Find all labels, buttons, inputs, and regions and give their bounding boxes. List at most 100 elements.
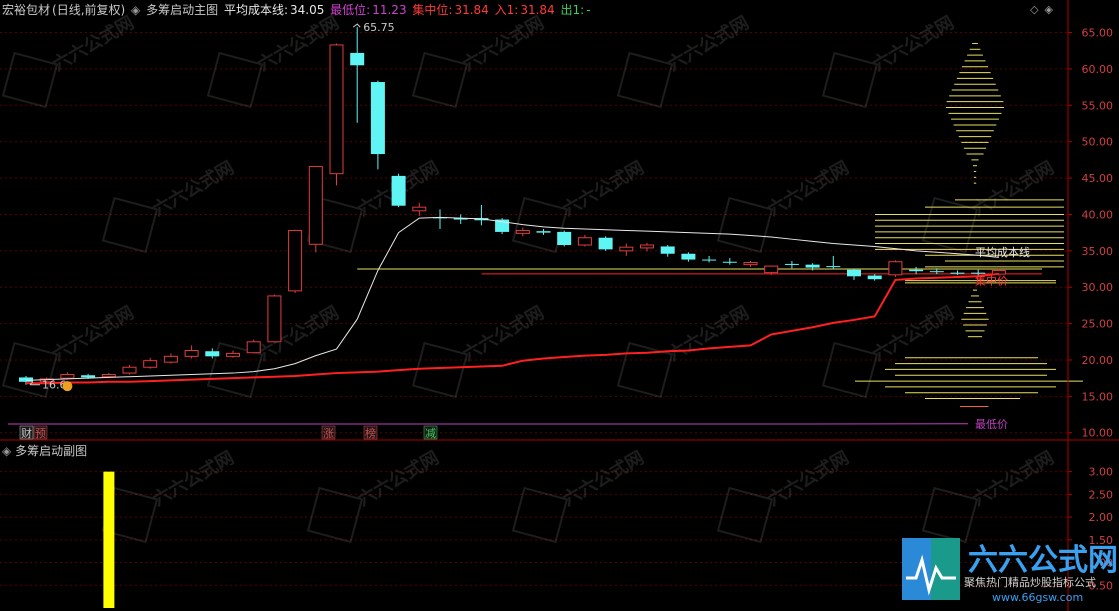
y-tick-label: 25.00 [1082, 318, 1114, 331]
y-tick-label: 15.00 [1082, 390, 1114, 403]
candle-body-down [909, 269, 924, 272]
y-tick-label: 35.00 [1082, 245, 1114, 258]
chart-frame: 六六公式网 六六公式网 六六公式网 六六公式网 六六公式网六六公式网 六六公式网 六六公式网… [0, 0, 1119, 611]
watermark-diamond [411, 51, 469, 109]
high-label: 65.75 [363, 21, 395, 34]
watermark-text: 六六公式网 [49, 301, 138, 365]
diamond-icon[interactable]: ◇ [1030, 3, 1044, 16]
watermark-tile: 六六公式网 [716, 156, 853, 254]
y-tick-label: 40.00 [1082, 208, 1114, 221]
collapse-icon[interactable]: ◈ [2, 444, 11, 458]
watermark-text: 六六公式网 [559, 446, 648, 510]
watermark-text: 六六公式网 [354, 446, 443, 510]
watermark-tile: 六六公式网 [411, 301, 548, 399]
watermark-tile: 六六公式网 [511, 446, 648, 544]
candle-body-up [184, 350, 199, 357]
candle-body-up [101, 374, 116, 378]
watermark-diamond [206, 51, 264, 109]
logo-slogan: 聚焦热门精品炒股指标公式 [964, 575, 1096, 589]
avg-cost-value: 34.05 [289, 3, 325, 17]
candle-body-up [267, 295, 282, 343]
watermark-diamond [821, 51, 879, 109]
candle-body-up [288, 229, 303, 292]
watermark-text: 六六公式网 [969, 446, 1058, 510]
candle-body-down [681, 253, 696, 260]
watermark-tile: 六六公式网 [411, 11, 548, 109]
candle-body-down [722, 261, 737, 263]
candle-body-down [19, 377, 33, 382]
high-arrow-icon [352, 23, 361, 28]
candle-body-down [805, 264, 820, 268]
candle-body-down [660, 246, 675, 254]
watermark-diamond [411, 341, 469, 399]
indicator-name[interactable]: 多筹启动主图 [146, 3, 218, 17]
event-marker: 财 [21, 426, 32, 440]
y-tick-label: 55.00 [1082, 99, 1114, 112]
event-marker: 预 [35, 427, 46, 440]
event-markers: 财预 涨 榜 减 [19, 425, 438, 440]
sub-chart-header: ◈ 多筹启动副图 [2, 443, 87, 459]
settings-diamond-icon[interactable]: ◈ [1045, 3, 1059, 16]
y-tick-label: 30.00 [1082, 281, 1114, 294]
candle-body-up [308, 165, 323, 245]
in-value: 31.84 [520, 3, 555, 17]
watermark-text: 六六公式网 [254, 11, 343, 75]
conc-line-label: 集中价 [975, 273, 1008, 287]
y-tick-label: 20.00 [1082, 354, 1114, 367]
watermark-text: 六六公式网 [149, 156, 238, 220]
sub-y-tick-label: 3.00 [1089, 466, 1114, 479]
watermark-text: 六六公式网 [869, 301, 958, 365]
chart-period: (日线,前复权) [52, 3, 126, 17]
candle-body-down [81, 375, 96, 378]
min-value: 11.23 [372, 3, 407, 17]
candle-body-down [205, 351, 220, 357]
sub-y-tick-label: 2.00 [1089, 511, 1114, 524]
logo-badge-left [902, 538, 931, 600]
conc-label: 集中位: [412, 3, 453, 17]
candle-body-down [391, 175, 406, 206]
watermark-tile: 六六公式网 [616, 301, 753, 399]
candle-body-down [847, 269, 861, 277]
watermark-diamond [101, 196, 159, 254]
watermark-tile: 六六公式网 [716, 446, 853, 544]
avg-cost-label: 平均成本线: [223, 3, 288, 17]
watermark-text: 六六公式网 [664, 11, 753, 75]
candle-body-up [640, 244, 654, 249]
collapse-icon[interactable]: ◈ [131, 3, 140, 17]
in-label: 入1: [494, 3, 519, 17]
watermark-tile: 六六公式网 [1, 301, 138, 399]
sub-indicator-name[interactable]: 多筹启动副图 [15, 444, 87, 458]
candle-body-up [412, 206, 427, 212]
candle-body-down [702, 259, 717, 261]
alert-icon [62, 381, 73, 392]
watermark-tile: 六六公式网 [616, 11, 753, 109]
candle-body-up [163, 355, 178, 363]
candle-body-up [143, 360, 158, 368]
watermark-diamond [616, 51, 674, 109]
watermark-diamond [1, 51, 59, 109]
logo-brand: 六六公式网 [968, 543, 1116, 578]
watermark-diamond [716, 486, 774, 544]
watermark-text: 六六公式网 [49, 11, 138, 75]
candle-body-up [246, 341, 261, 354]
watermark-text: 六六公式网 [764, 446, 853, 510]
candle-body-up [888, 261, 903, 276]
candle-body-down [350, 52, 365, 66]
watermark-text: 六六公式网 [969, 156, 1058, 220]
site-logo: 六六公式网 聚焦热门精品炒股指标公式 www.66gsw.com [902, 538, 1116, 604]
candle-body-up [122, 366, 137, 374]
watermark-text: 六六公式网 [459, 11, 548, 75]
candle-body-up [743, 261, 758, 266]
watermark-tile: 六六公式网 [101, 156, 238, 254]
watermark-tile: 六六公式网 [821, 11, 958, 109]
out-value: - [586, 3, 591, 17]
event-marker: 榜 [365, 426, 376, 440]
watermark-text: 六六公式网 [559, 156, 648, 220]
y-tick-label: 45.00 [1082, 172, 1114, 185]
candle-body-down [557, 231, 572, 246]
min-line-label: 最低价 [975, 418, 1008, 431]
candle-body-up [226, 352, 240, 357]
candle-body-up [619, 246, 634, 252]
candle-body-down [370, 82, 385, 155]
candle-body-up [60, 374, 75, 379]
